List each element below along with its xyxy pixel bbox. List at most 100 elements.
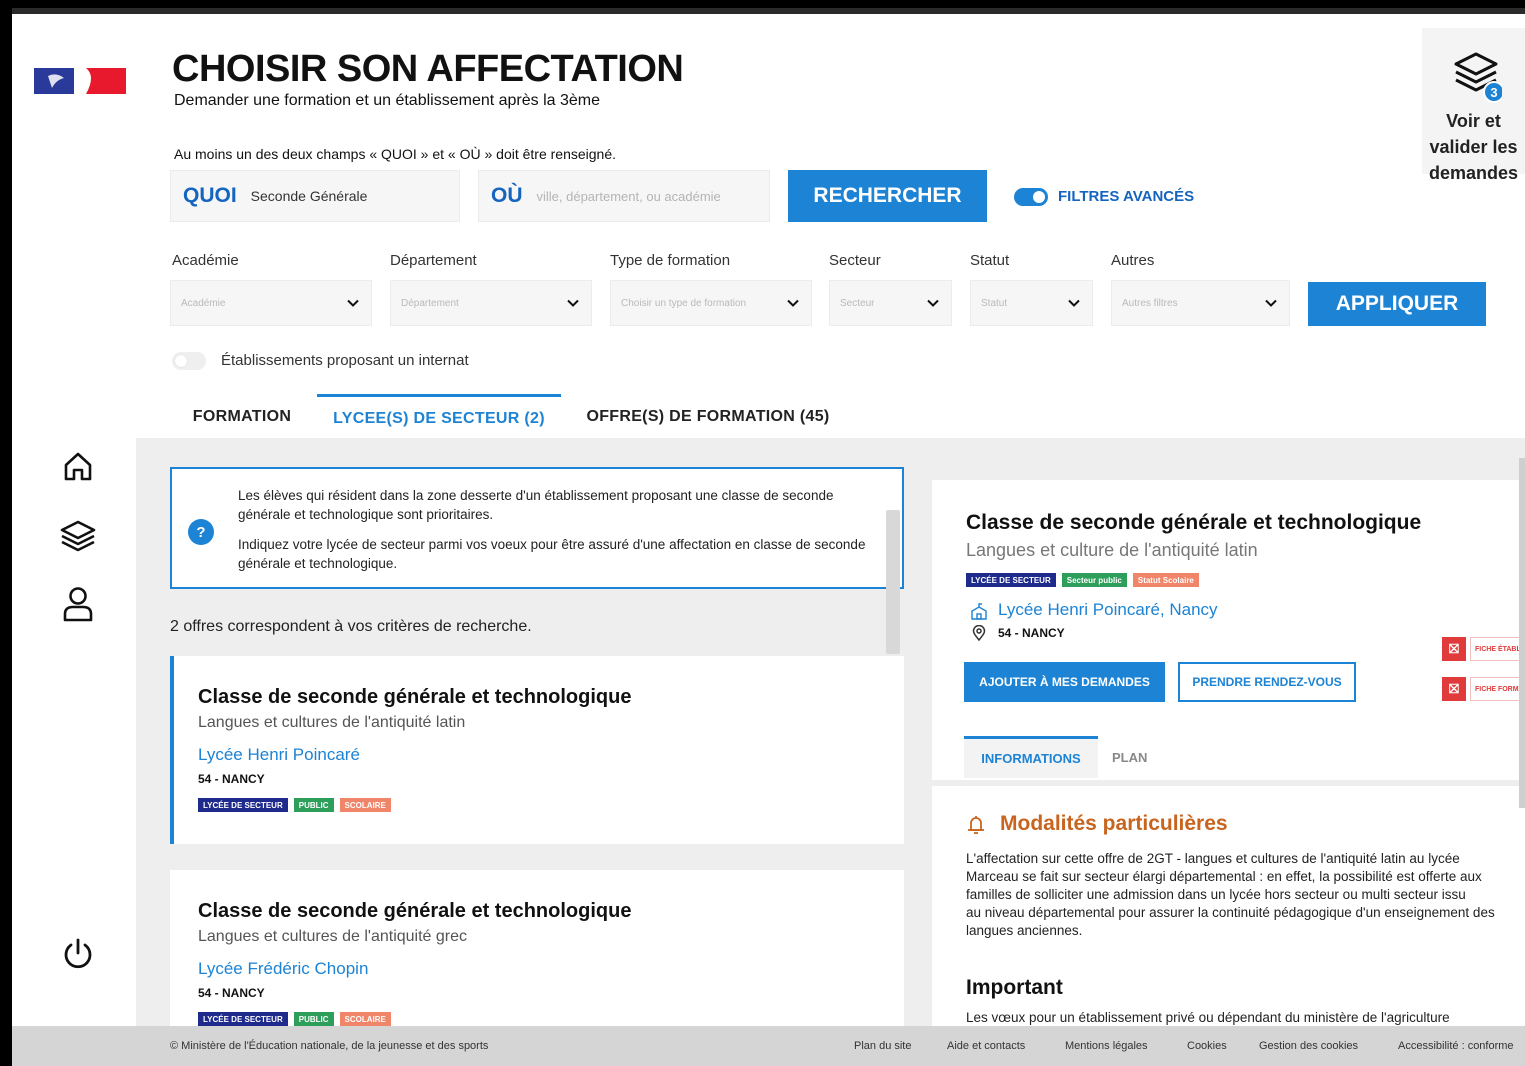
filtres-avances-toggle[interactable]	[1014, 188, 1048, 206]
ou-label: OÙ	[491, 184, 523, 207]
internat-label: Établissements proposant un internat	[221, 352, 469, 369]
filter-label-autres: Autres	[1111, 252, 1155, 269]
appliquer-button[interactable]: APPLIQUER	[1308, 282, 1486, 326]
page-subtitle: Demander une formation et un établisseme…	[174, 92, 601, 109]
result-card[interactable]: Classe de seconde générale et technologi…	[170, 656, 904, 844]
quoi-label: QUOI	[183, 184, 237, 207]
pdf-icon: ⛝	[1442, 637, 1466, 661]
detail-etablissement-link[interactable]: Lycée Henri Poincaré, Nancy	[998, 600, 1218, 620]
pdf-icon: ⛝	[1442, 677, 1466, 701]
academie-select[interactable]: Académie	[170, 280, 372, 326]
tab-formation[interactable]: FORMATION	[172, 394, 312, 440]
republique-francaise-logo	[34, 68, 126, 94]
layers-icon[interactable]	[58, 516, 98, 556]
filter-label-academie: Académie	[172, 252, 239, 269]
quoi-input[interactable]: Seconde Générale	[251, 188, 368, 204]
user-icon[interactable]	[58, 584, 98, 624]
quoi-field[interactable]: QUOI Seconde Générale	[170, 170, 460, 222]
modalites-text: L'affectation sur cette offre de 2GT - l…	[966, 850, 1525, 940]
badge-public: PUBLIC	[293, 1012, 334, 1026]
voir-demandes-label: Voir et valider les demandes	[1428, 111, 1519, 183]
badge-statut-scolaire: Statut Scolaire	[1132, 573, 1199, 587]
secteur-select[interactable]: Secteur	[829, 280, 952, 326]
info-text-1: Les élèves qui résident dans la zone des…	[238, 488, 834, 522]
fiche-formation-button[interactable]: ⛝ FICHE FORMATION	[1442, 676, 1525, 702]
footer-link-mentions-legales[interactable]: Mentions légales	[1065, 1040, 1148, 1052]
chevron-down-icon	[567, 299, 579, 307]
chevron-down-icon	[1265, 299, 1277, 307]
statut-select[interactable]: Statut	[970, 280, 1093, 326]
result-subtitle: Langues et cultures de l'antiquité grec	[198, 928, 468, 945]
badge-lycee-secteur: LYCÉE DE SECTEUR	[198, 1012, 288, 1026]
search-hint: Au moins un des deux champs « QUOI » et …	[174, 146, 617, 162]
tab-offres-formation[interactable]: OFFRE(S) DE FORMATION (45)	[572, 394, 844, 440]
badge-scolaire: SCOLAIRE	[339, 1012, 391, 1026]
secteur-select-value: Secteur	[840, 297, 875, 309]
tab-lycees-secteur[interactable]: LYCEE(S) DE SECTEUR (2)	[317, 394, 561, 440]
demandes-count-badge: 3	[1490, 85, 1497, 100]
badge-public: PUBLIC	[293, 798, 334, 812]
footer-link-gestion-cookies[interactable]: Gestion des cookies	[1259, 1040, 1358, 1052]
list-scrollbar[interactable]	[886, 510, 900, 654]
question-icon: ?	[188, 519, 214, 545]
tab-plan[interactable]: PLAN	[1112, 736, 1147, 778]
browser-top-strip	[12, 8, 1525, 14]
info-text-2: Indiquez votre lycée de secteur parmi vo…	[238, 537, 866, 571]
footer: © Ministère de l'Éducation nationale, de…	[12, 1026, 1525, 1066]
badge-lycee-secteur: LYCÉE DE SECTEUR	[966, 573, 1056, 587]
footer-link-plan-du-site[interactable]: Plan du site	[854, 1040, 911, 1052]
location-pin-icon	[972, 625, 986, 641]
footer-link-aide-contacts[interactable]: Aide et contacts	[947, 1040, 1025, 1052]
footer-copyright: © Ministère de l'Éducation nationale, de…	[170, 1040, 489, 1052]
filter-label-type-formation: Type de formation	[610, 252, 731, 269]
footer-link-accessibilite[interactable]: Accessibilité : conforme	[1398, 1040, 1514, 1052]
result-card[interactable]: Classe de seconde générale et technologi…	[170, 870, 904, 1026]
fiche-etablissement-button[interactable]: ⛝ FICHE ÉTABLISSEMENT	[1442, 636, 1525, 662]
detail-scrollbar[interactable]	[1519, 458, 1525, 808]
modalites-line: langues anciennes.	[966, 923, 1083, 938]
result-badges: LYCÉE DE SECTEUR PUBLIC SCOLAIRE	[198, 1012, 391, 1026]
ou-field[interactable]: OÙ ville, département, ou académie	[478, 170, 770, 222]
modalites-line: au niveau départemental pour assurer la …	[966, 905, 1495, 920]
result-badges: LYCÉE DE SECTEUR PUBLIC SCOLAIRE	[198, 798, 391, 812]
chevron-down-icon	[787, 299, 799, 307]
results-count: 2 offres correspondent à vos critères de…	[170, 618, 532, 635]
modalites-line: L'affectation sur cette offre de 2GT - l…	[966, 851, 1460, 866]
autres-select-value: Autres filtres	[1122, 297, 1178, 309]
home-icon[interactable]	[58, 446, 98, 486]
tab-informations[interactable]: INFORMATIONS	[964, 736, 1098, 778]
rechercher-button[interactable]: RECHERCHER	[788, 170, 987, 222]
result-subtitle: Langues et cultures de l'antiquité latin	[198, 714, 466, 731]
badge-scolaire: SCOLAIRE	[339, 798, 391, 812]
detail-badges: LYCÉE DE SECTEUR Secteur public Statut S…	[966, 573, 1199, 587]
fiche-formation-label: FICHE FORMATION	[1470, 677, 1525, 701]
badge-lycee-secteur: LYCÉE DE SECTEUR	[198, 798, 288, 812]
type-formation-select-value: Choisir un type de formation	[621, 297, 747, 309]
type-formation-select[interactable]: Choisir un type de formation	[610, 280, 812, 326]
autres-select[interactable]: Autres filtres	[1111, 280, 1290, 326]
power-icon[interactable]	[58, 934, 98, 974]
statut-select-value: Statut	[981, 297, 1008, 309]
result-etablissement-link[interactable]: Lycée Henri Poincaré	[198, 745, 360, 765]
filtres-avances-label[interactable]: FILTRES AVANCÉS	[1058, 188, 1194, 205]
filter-label-departement: Département	[390, 252, 477, 269]
app-window: CHOISIR SON AFFECTATION Demander une for…	[12, 8, 1525, 1066]
voir-demandes-button[interactable]: 3 Voir et valider les demandes	[1422, 28, 1525, 183]
departement-select[interactable]: Département	[390, 280, 592, 326]
result-etablissement-link[interactable]: Lycée Frédéric Chopin	[198, 959, 368, 979]
chevron-down-icon	[347, 299, 359, 307]
internat-toggle[interactable]	[172, 352, 206, 370]
footer-link-cookies[interactable]: Cookies	[1187, 1040, 1227, 1052]
result-location: 54 - NANCY	[198, 986, 265, 1000]
prendre-rendez-vous-button[interactable]: PRENDRE RENDEZ-VOUS	[1178, 662, 1356, 702]
chevron-down-icon	[927, 299, 939, 307]
modalites-line: Marceau se fait sur secteur élargi dépar…	[966, 869, 1482, 884]
important-text: Les vœux pour un établissement privé ou …	[966, 1010, 1450, 1025]
page-title: CHOISIR SON AFFECTATION	[172, 48, 684, 90]
detail-title: Classe de seconde générale et technologi…	[966, 511, 1422, 534]
ajouter-demandes-button[interactable]: AJOUTER À MES DEMANDES	[964, 662, 1165, 702]
departement-select-value: Département	[401, 297, 459, 309]
ou-input[interactable]: ville, département, ou académie	[537, 189, 721, 204]
modalites-line: familles de solliciter une admission dan…	[966, 887, 1466, 902]
result-location: 54 - NANCY	[198, 772, 265, 786]
